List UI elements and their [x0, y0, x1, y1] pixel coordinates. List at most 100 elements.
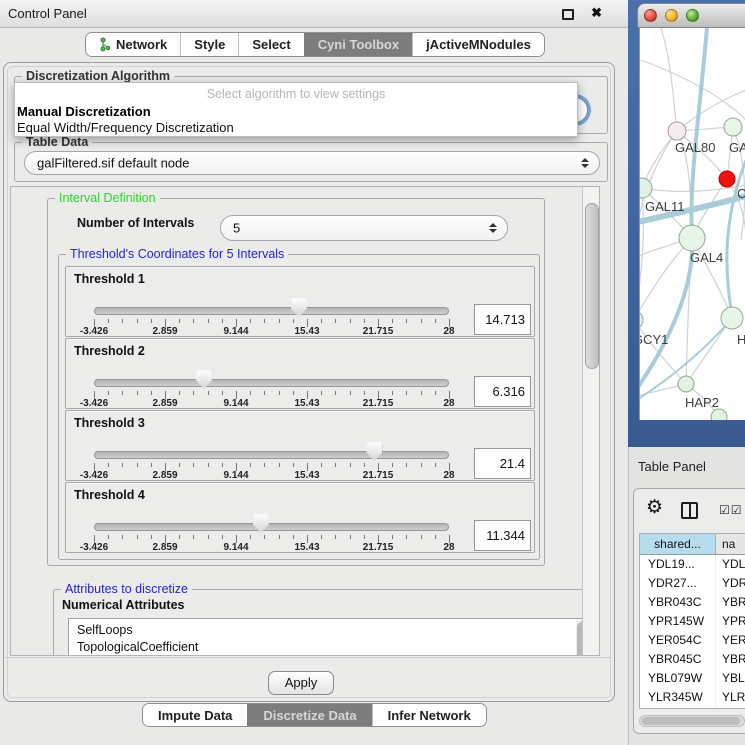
scrollbar-thumb[interactable] — [585, 203, 599, 369]
control-panel-window: Control Panel ✖ NetworkStyleSelectCyni T… — [0, 0, 628, 745]
table-panel: Table Panel ⚙ ☑☑ shared... na YDL19...YD… — [628, 447, 745, 745]
network-node[interactable] — [711, 409, 727, 420]
tab-style[interactable]: Style — [180, 33, 238, 56]
gray-edge[interactable] — [661, 28, 677, 131]
slider-tick-label: -3.426 — [80, 542, 108, 553]
table-row[interactable]: YBR043CYBR0 — [640, 593, 745, 612]
group-title: Discretization Algorithm — [22, 69, 174, 83]
table-row[interactable]: YER054CYER0 — [640, 631, 745, 650]
node-label: GCY1 — [640, 332, 668, 347]
gray-edge[interactable] — [641, 60, 745, 120]
gear-icon[interactable]: ⚙ — [646, 498, 663, 518]
zoom-light-icon[interactable] — [686, 9, 699, 22]
group-title: Attributes to discretize — [61, 582, 192, 596]
cell-name: YBR0 — [716, 650, 745, 669]
table-row[interactable]: YIL052CYIL0 — [640, 707, 745, 709]
network-node[interactable] — [724, 118, 742, 136]
close-light-icon[interactable] — [644, 9, 657, 22]
combobox-value: 5 — [233, 221, 240, 236]
slider-tick — [350, 319, 351, 323]
cell-name: YLR3 — [716, 688, 745, 707]
threshold-panel-3: Threshold 3-3.4262.8599.14415.4321.71528… — [65, 410, 535, 481]
threshold-value-field[interactable]: 21.4 — [474, 448, 531, 479]
network-node[interactable] — [668, 122, 686, 140]
tab-label: Select — [252, 37, 290, 52]
list-item[interactable]: TopologicalCoefficient — [69, 639, 589, 656]
right-region: GAL80GACGAL11GAL4GCY1HHAP2 Table Panel ⚙… — [628, 0, 745, 745]
table-row[interactable]: YPR145WYPR1 — [640, 612, 745, 631]
column-header-name[interactable]: na — [716, 534, 745, 554]
split-panel-icon[interactable] — [681, 502, 698, 519]
tab-discretize-data[interactable]: Discretize Data — [247, 704, 371, 726]
network-node[interactable] — [679, 225, 705, 251]
threshold-value-field[interactable]: 11.344 — [474, 520, 531, 551]
float-window-icon[interactable] — [562, 9, 574, 20]
slider-tick — [137, 535, 138, 539]
horizontal-scrollbar[interactable] — [639, 715, 745, 727]
slider-tick — [264, 319, 265, 323]
network-node[interactable] — [719, 171, 735, 187]
table-data-combobox[interactable]: galFiltered.sif default node — [24, 151, 600, 175]
slider-tick — [193, 535, 194, 539]
slider-track[interactable] — [94, 379, 449, 387]
threshold-value-field[interactable]: 14.713 — [474, 304, 531, 335]
slider-tick — [364, 391, 365, 395]
tab-infer-network[interactable]: Infer Network — [372, 704, 486, 726]
slider-tick — [250, 319, 251, 323]
slider-tick-label: 2.859 — [152, 542, 177, 553]
network-window-titlebar[interactable] — [637, 3, 745, 28]
settings-scrollpane: Interval Definition Number of Intervals … — [10, 186, 600, 656]
table-row[interactable]: YDR27...YDR2 — [640, 574, 745, 593]
table-row[interactable]: YLR345WYLR3 — [640, 688, 745, 707]
slider-tick — [421, 463, 422, 467]
spinner-arrows-icon[interactable] — [581, 158, 589, 168]
popup-option-manual-discretization[interactable]: Manual Discretization — [17, 104, 151, 119]
list-item[interactable]: SelfLoops — [69, 622, 589, 639]
table-row[interactable]: YBL079WYBL0 — [640, 669, 745, 688]
node-label: GAL80 — [675, 140, 715, 155]
slider-tick-label: 9.144 — [223, 398, 248, 409]
tab-label: jActiveMNodules — [426, 37, 531, 52]
network-canvas[interactable]: GAL80GACGAL11GAL4GCY1HHAP2 — [639, 28, 745, 420]
tab-select[interactable]: Select — [238, 33, 303, 56]
intervals-combobox[interactable]: 5 — [220, 215, 508, 241]
gray-edge[interactable] — [686, 318, 732, 384]
scrollbar-thumb[interactable] — [642, 717, 740, 725]
column-header-shared[interactable]: shared... — [640, 534, 716, 554]
close-icon[interactable]: ✖ — [591, 5, 602, 21]
tab-impute-data[interactable]: Impute Data — [143, 704, 247, 726]
slider-tick — [392, 463, 393, 467]
apply-button[interactable]: Apply — [268, 671, 334, 695]
cell-name: YDL1 — [716, 555, 745, 574]
tab-label: Style — [194, 37, 225, 52]
tab-label: Infer Network — [388, 708, 471, 723]
gray-edge[interactable] — [640, 238, 692, 320]
attributes-listbox[interactable]: SelfLoopsTopologicalCoefficientBetweenne… — [68, 618, 590, 656]
network-node[interactable] — [640, 311, 643, 329]
network-node[interactable] — [678, 376, 694, 392]
minimize-light-icon[interactable] — [665, 9, 678, 22]
gray-edge[interactable] — [640, 131, 677, 320]
slider-tick — [179, 319, 180, 323]
table-row[interactable]: YDL19...YDL1 — [640, 555, 745, 574]
tab-network[interactable]: Network — [86, 33, 180, 56]
top-tab-bar: Network Style Select Cyni Toolbox jActiveMNo… — [85, 32, 545, 57]
slider-tick — [350, 463, 351, 467]
cell-shared-name: YDR27... — [640, 574, 716, 593]
slider-track[interactable] — [94, 523, 449, 531]
slider-tick — [122, 535, 123, 539]
tab-cyni-toolbox[interactable]: Cyni Toolbox — [304, 33, 412, 56]
network-node[interactable] — [721, 307, 743, 329]
list-item[interactable]: BetweennessCentrality — [69, 655, 589, 656]
popup-option-equal-width-frequency[interactable]: Equal Width/Frequency Discretization — [17, 120, 234, 135]
spinner-arrows-icon[interactable] — [489, 223, 497, 233]
slider-track[interactable] — [94, 307, 449, 315]
gray-edge[interactable] — [677, 131, 727, 179]
slider-track[interactable] — [94, 451, 449, 459]
threshold-value-field[interactable]: 6.316 — [474, 376, 531, 407]
table-row[interactable]: YBR045CYBR0 — [640, 650, 745, 669]
slider-tick — [250, 391, 251, 395]
vertical-scrollbar[interactable] — [582, 187, 600, 656]
tab-jactivemnodules[interactable]: jActiveMNodules — [412, 33, 544, 56]
checkbox-icons[interactable]: ☑☑ — [719, 503, 743, 517]
